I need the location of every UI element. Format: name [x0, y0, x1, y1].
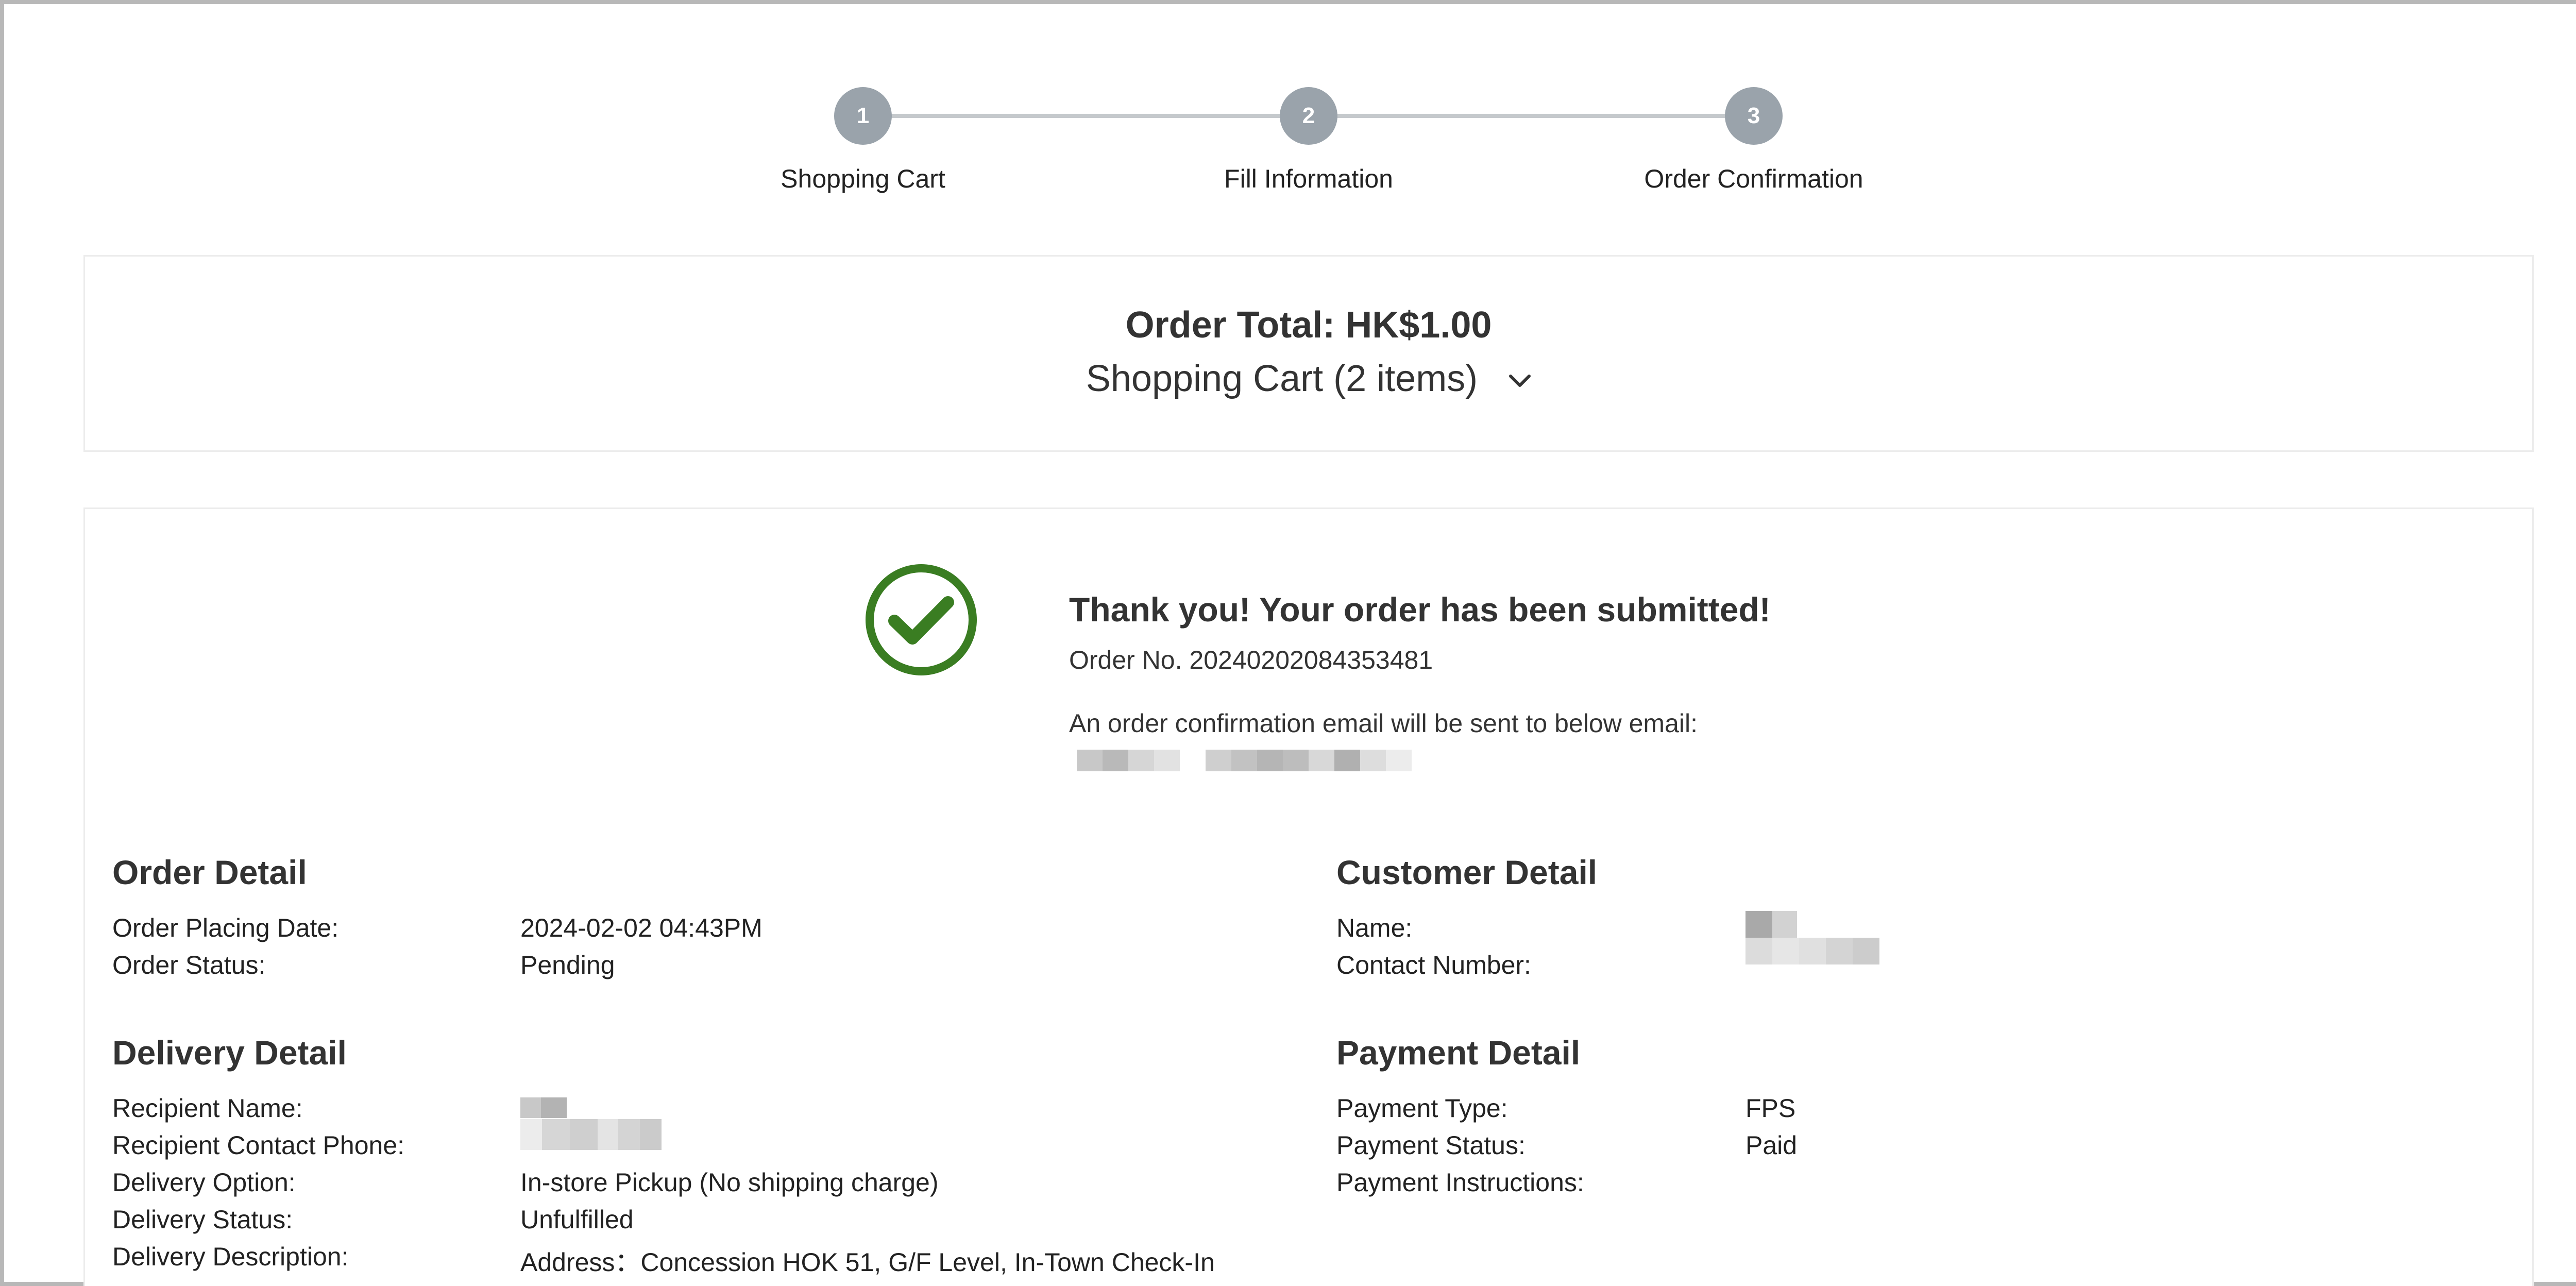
step-connector [1336, 114, 1754, 118]
email-note: An order confirmation email will be sent… [1069, 709, 1698, 738]
delivery-description-value: Address：Concession HOK 51, G/F Level, In… [520, 1248, 1215, 1277]
customer-name-label: Name: [1336, 913, 1413, 942]
redacted-recipient-name [520, 1097, 567, 1118]
order-placing-date-value: 2024-02-02 04:43PM [520, 913, 762, 942]
step-3-circle: 3 [1725, 87, 1783, 145]
recipient-phone-label: Recipient Contact Phone: [112, 1131, 405, 1160]
delivery-status-label: Delivery Status: [112, 1205, 293, 1234]
payment-instructions-label: Payment Instructions: [1336, 1168, 1584, 1197]
step-2-circle: 2 [1280, 87, 1337, 145]
redacted-email [1077, 750, 1412, 771]
payment-type-label: Payment Type: [1336, 1094, 1508, 1123]
check-circle-icon [866, 564, 977, 675]
step-2-label: Fill Information [1224, 164, 1393, 193]
payment-status-value: Paid [1745, 1131, 1798, 1160]
payment-type-value: FPS [1745, 1094, 1796, 1123]
redacted-contact-number [1745, 938, 1879, 964]
shopping-cart-toggle-label: Shopping Cart (2 items) [1086, 358, 1478, 399]
delivery-status-value: Unfulfilled [520, 1205, 634, 1234]
delivery-option-label: Delivery Option: [112, 1168, 296, 1197]
delivery-description-label: Delivery Description: [112, 1242, 349, 1271]
payment-detail-title: Payment Detail [1336, 1034, 1581, 1072]
order-detail-title: Order Detail [112, 853, 307, 891]
chevron-down-icon[interactable] [1509, 355, 1531, 397]
redacted-recipient-phone [520, 1119, 662, 1150]
shopping-cart-toggle[interactable]: Shopping Cart (2 items) [85, 358, 2532, 402]
customer-detail-title: Customer Detail [1336, 853, 1598, 891]
step-1-label: Shopping Cart [781, 164, 945, 193]
delivery-detail-title: Delivery Detail [112, 1034, 347, 1072]
order-status-label: Order Status: [112, 951, 266, 979]
order-total: Order Total: HK$1.00 [1125, 304, 1492, 346]
payment-status-label: Payment Status: [1336, 1131, 1526, 1160]
recipient-name-label: Recipient Name: [112, 1094, 303, 1123]
checkout-stepper: 1 2 3 Shopping Cart Fill Information Ord… [0, 0, 2576, 216]
step-3-label: Order Confirmation [1644, 164, 1863, 193]
confirmation-title: Thank you! Your order has been submitted… [1069, 590, 1771, 629]
order-summary-panel: Order Total: HK$1.00 Shopping Cart (2 it… [83, 255, 2534, 452]
order-number: Order No. 20240202084353481 [1069, 646, 1433, 674]
step-1-circle: 1 [834, 87, 892, 145]
order-status-value: Pending [520, 951, 615, 979]
order-placing-date-label: Order Placing Date: [112, 913, 339, 942]
contact-number-label: Contact Number: [1336, 951, 1531, 979]
step-connector [891, 114, 1309, 118]
redacted-customer-name [1745, 911, 1797, 938]
delivery-option-value: In-store Pickup (No shipping charge) [520, 1168, 939, 1197]
